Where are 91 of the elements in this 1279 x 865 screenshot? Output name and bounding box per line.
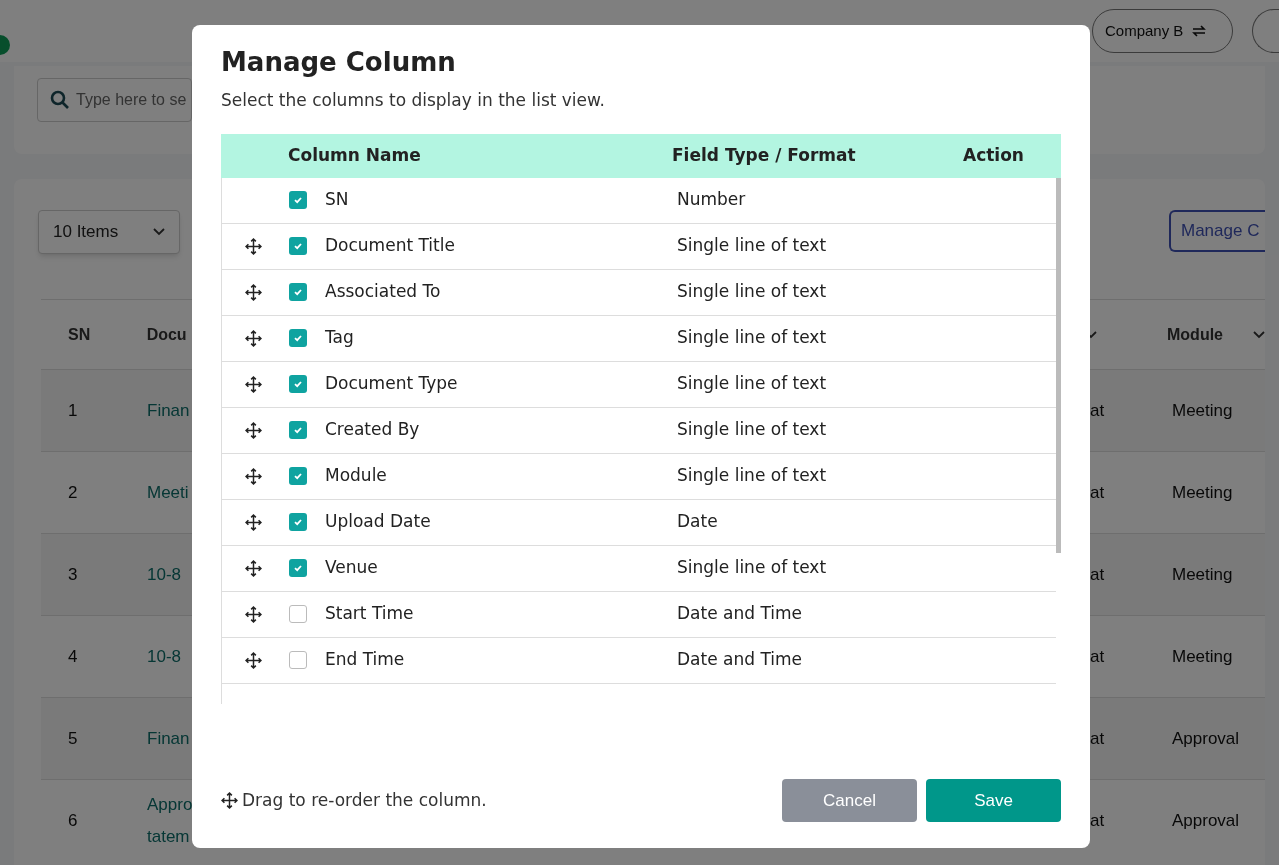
table-cell: Meeting [1172, 482, 1233, 502]
column-header[interactable]: Module [1167, 322, 1223, 347]
checkbox[interactable] [289, 467, 307, 485]
drag-handle-icon[interactable] [244, 651, 262, 669]
checkbox[interactable] [289, 375, 307, 393]
field-type: Date and Time [677, 649, 803, 670]
column-header: Field Type / Format [672, 144, 856, 165]
cancel-button[interactable]: Cancel [782, 779, 917, 822]
column-name: Upload Date [325, 511, 431, 532]
dialog-subtitle: Select the columns to display in the list view. [221, 89, 606, 112]
check-icon [293, 425, 303, 435]
field-type: Date [677, 511, 718, 532]
check-icon [293, 241, 303, 251]
checkbox[interactable] [289, 191, 307, 209]
column-header: Action [963, 144, 1024, 165]
check-icon [293, 333, 303, 343]
profile-button[interactable] [1252, 9, 1279, 53]
column-name: Document Title [325, 235, 455, 256]
manage-columns-button[interactable]: Manage C [1169, 210, 1265, 252]
table-cell: Approval [1172, 810, 1240, 830]
column-name: Associated To [325, 281, 441, 302]
column-name: SN [325, 189, 349, 210]
table-cell: Meeting [1172, 564, 1233, 584]
check-icon [293, 287, 303, 297]
checkbox[interactable] [289, 329, 307, 347]
field-type: Number [677, 189, 746, 210]
checkbox[interactable] [289, 559, 307, 577]
table-cell: 2 [68, 482, 78, 502]
save-button[interactable]: Save [926, 779, 1061, 822]
table-cell: 3 [68, 564, 78, 584]
column-header: Column Name [288, 144, 421, 165]
field-type: Single line of text [677, 373, 827, 394]
drag-handle-icon[interactable] [244, 329, 262, 347]
check-icon [293, 195, 303, 205]
checkbox[interactable] [289, 605, 307, 623]
search-field[interactable]: Type here to se [37, 78, 192, 122]
drag-handle-icon[interactable] [244, 421, 262, 439]
check-icon [293, 471, 303, 481]
table-cell: 5 [68, 728, 78, 748]
field-type: Single line of text [677, 419, 827, 440]
checkbox[interactable] [289, 651, 307, 669]
column-name: Tag [325, 327, 354, 348]
table-cell: Meeting [1172, 646, 1233, 666]
drag-handle-icon [221, 792, 238, 809]
drag-handle-icon[interactable] [244, 467, 262, 485]
column-header[interactable]: Docu [146, 325, 187, 343]
table-cell: at [1090, 564, 1105, 584]
field-type: Date and Time [677, 603, 803, 624]
drag-handle-icon[interactable] [244, 237, 262, 255]
table-cell: at [1090, 482, 1105, 502]
search-icon [50, 90, 70, 110]
dialog-title: Manage Column [221, 46, 457, 79]
page-size-dropdown[interactable]: 10 Items [38, 210, 180, 254]
checkbox[interactable] [289, 513, 307, 531]
column-name: Module [325, 465, 387, 486]
check-icon [293, 563, 303, 573]
drag-handle-icon[interactable] [244, 283, 262, 301]
table-cell: at [1090, 810, 1105, 830]
table-cell: Meeting [1172, 400, 1233, 420]
company-selector[interactable]: Company B [1092, 9, 1233, 53]
column-header[interactable]: SN [68, 325, 91, 343]
column-name: Start Time [325, 603, 414, 624]
field-type: Single line of text [677, 327, 827, 348]
chevron-down-icon [153, 228, 165, 236]
field-type: Single line of text [677, 281, 827, 302]
scrollbar-thumb[interactable] [1056, 177, 1061, 553]
table-cell: 4 [68, 646, 78, 666]
table-cell: at [1090, 646, 1105, 666]
table-cell: 6 [68, 810, 78, 830]
swap-icon [1191, 23, 1208, 39]
field-type: Single line of text [677, 235, 827, 256]
column-name: Document Type [325, 373, 458, 394]
footer-note: Drag to re-order the column. [242, 788, 487, 812]
drag-handle-icon[interactable] [244, 513, 262, 531]
checkbox[interactable] [289, 421, 307, 439]
field-type: Single line of text [677, 465, 827, 486]
checkbox[interactable] [289, 283, 307, 301]
checkbox[interactable] [289, 237, 307, 255]
drag-handle-icon[interactable] [244, 559, 262, 577]
column-name: Created By [325, 419, 420, 440]
table-cell: 1 [68, 400, 78, 420]
table-cell: Approval [1172, 728, 1240, 748]
drag-handle-icon[interactable] [244, 375, 262, 393]
check-icon [293, 517, 303, 527]
drag-handle-icon[interactable] [244, 605, 262, 623]
check-icon [293, 379, 303, 389]
field-type: Single line of text [677, 557, 827, 578]
column-name: Venue [325, 557, 378, 578]
column-name: End Time [325, 649, 405, 670]
table-cell: at [1090, 400, 1105, 420]
table-cell: at [1090, 728, 1105, 748]
